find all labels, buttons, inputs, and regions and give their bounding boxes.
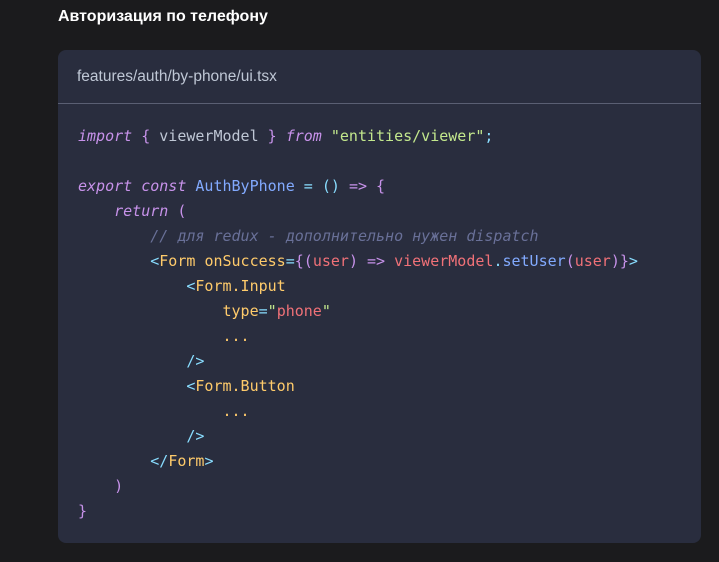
code-line-16: } xyxy=(78,502,88,520)
code-line-10: /> xyxy=(186,352,205,370)
code-line-3: export const AuthByPhone = () => { xyxy=(78,177,386,195)
code-line-8: type="phone" xyxy=(222,302,331,320)
code-line-14: </Form> xyxy=(150,452,214,470)
code-line-7: <Form.Input xyxy=(186,277,286,295)
code-line-12: ... xyxy=(222,402,250,420)
code-filename: features/auth/by-phone/ui.tsx xyxy=(58,50,701,104)
code-line-4: return ( xyxy=(114,202,187,220)
code-line-6: <Form onSuccess={(user) => viewerModel.s… xyxy=(150,252,638,270)
code-line-15: ) xyxy=(114,477,124,495)
code-line-9: ... xyxy=(222,327,250,345)
section-heading: Авторизация по телефону xyxy=(58,8,268,25)
code-line-5: // для redux - дополнительно нужен dispa… xyxy=(150,227,539,245)
code-line-1: import { viewerModel } from "entities/vi… xyxy=(78,127,494,145)
code-line-11: <Form.Button xyxy=(186,377,295,395)
code-block: features/auth/by-phone/ui.tsx import { v… xyxy=(58,50,701,543)
code-content[interactable]: import { viewerModel } from "entities/vi… xyxy=(78,124,638,524)
code-line-13: /> xyxy=(186,427,205,445)
